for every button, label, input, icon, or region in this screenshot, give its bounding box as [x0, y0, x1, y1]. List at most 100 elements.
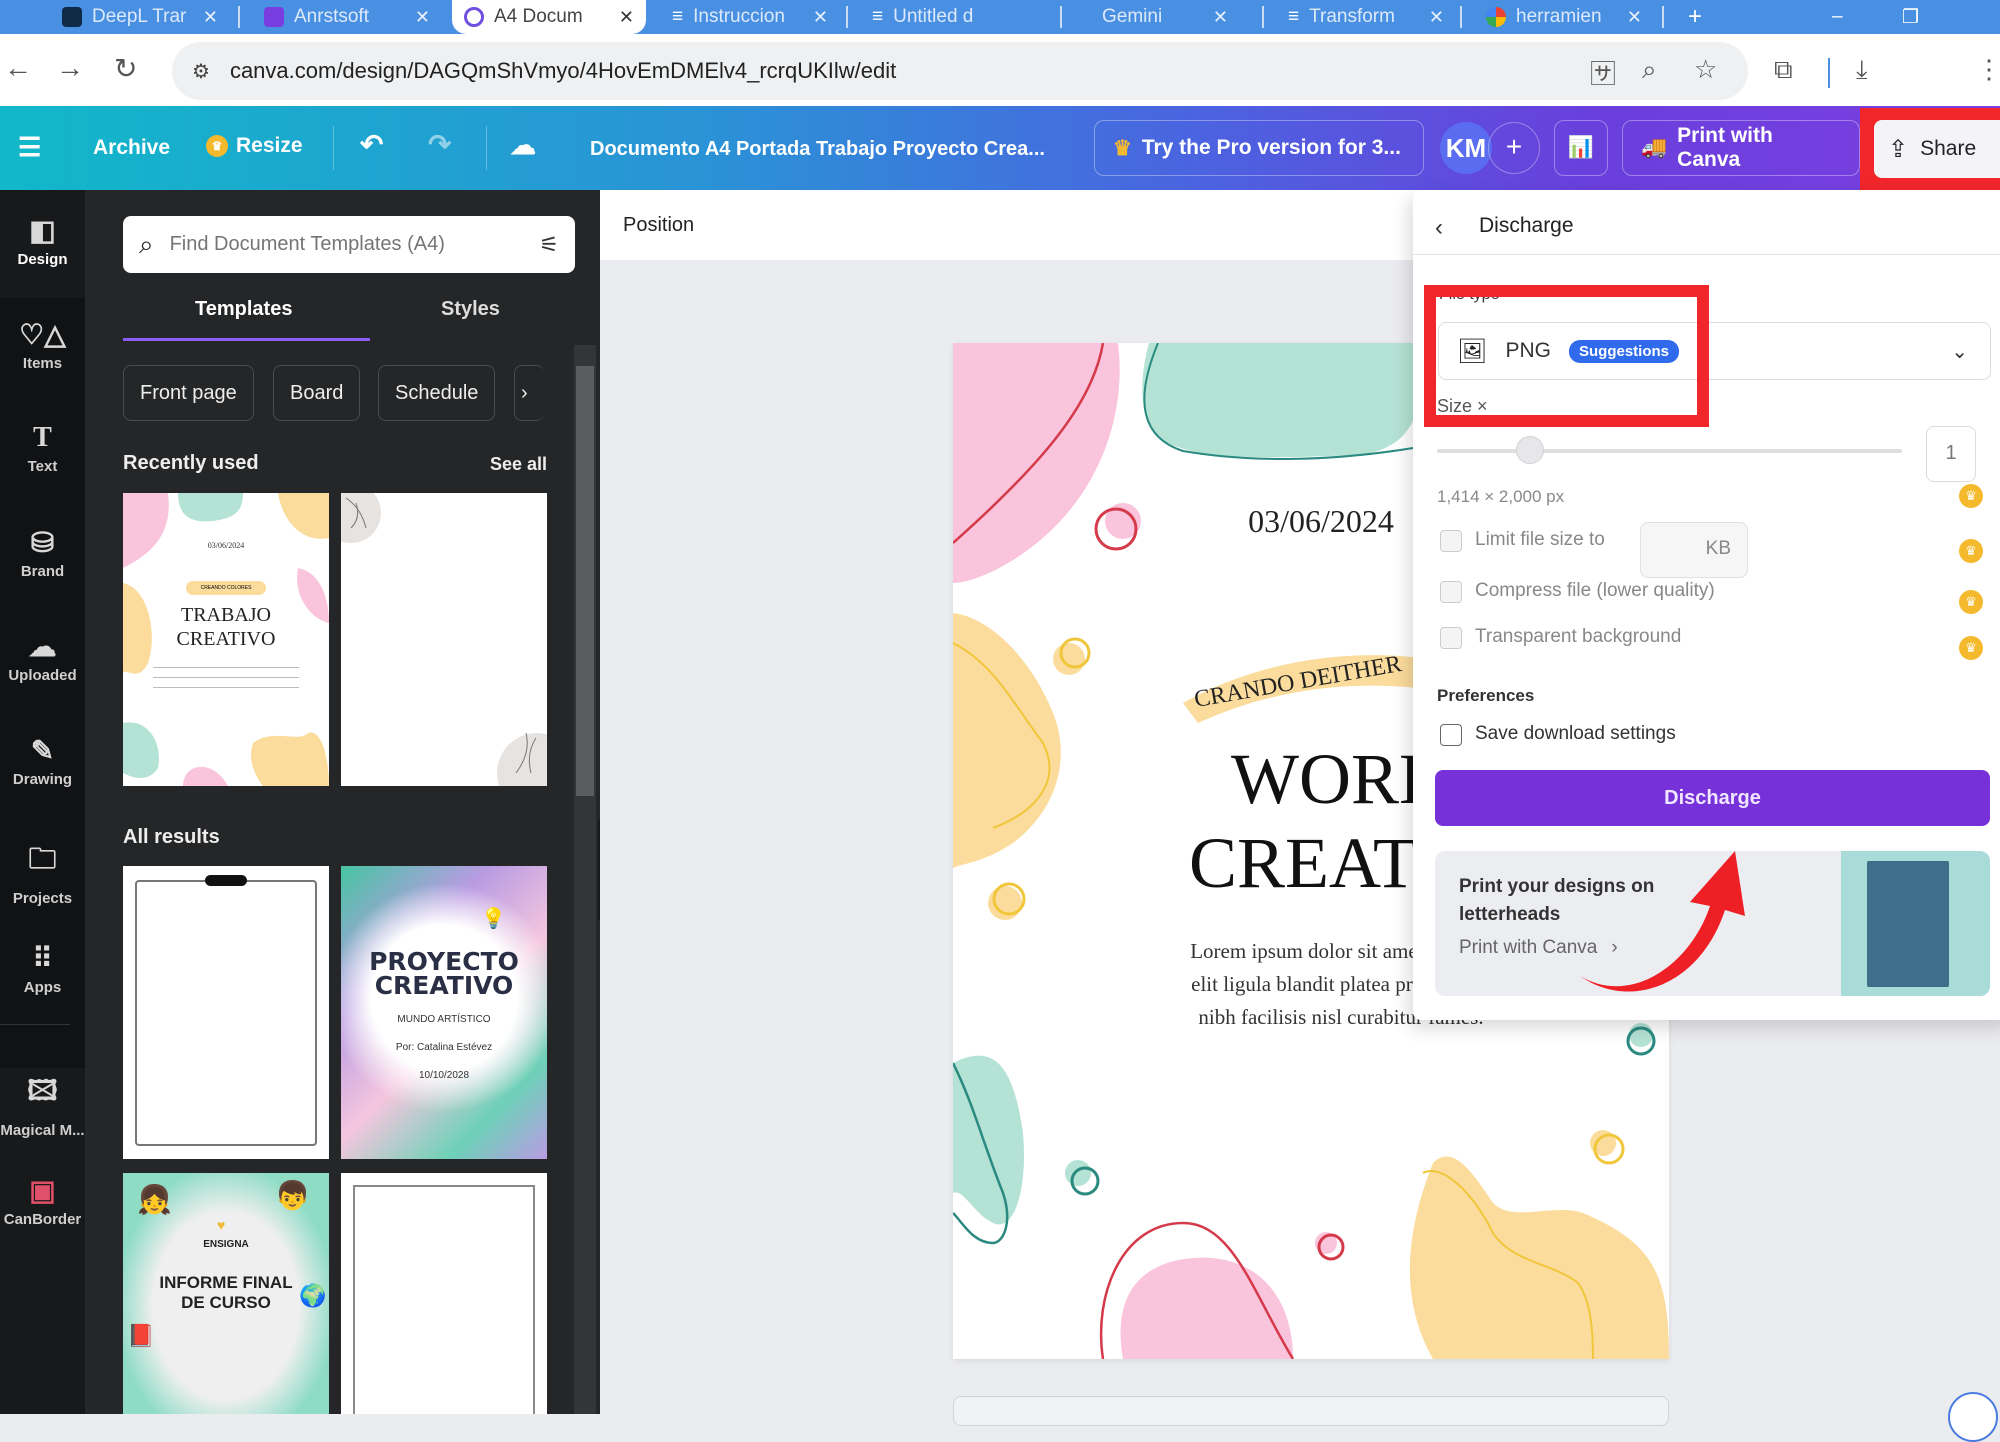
rail-item-text[interactable]: T Text [0, 422, 85, 475]
rail-item-design[interactable]: ◧ Design [0, 214, 85, 268]
browser-tab[interactable]: ≡ Transform ✕ [1276, 0, 1456, 34]
rail-item-projects[interactable]: 🗀 Projects [0, 838, 85, 907]
browser-tab[interactable]: ≡ Instruccion ✕ [660, 0, 840, 34]
close-icon[interactable]: ✕ [1213, 7, 1228, 28]
scrollbar-thumb[interactable] [576, 366, 594, 796]
chips-next-button[interactable]: › [514, 365, 544, 421]
thumb-subtitle: MUNDO ARTÍSTICO [397, 1014, 491, 1025]
back-chevron-icon[interactable]: ‹ [1435, 214, 1443, 242]
toolbar-divider [1828, 58, 1830, 88]
minimize-button[interactable]: – [1820, 0, 1855, 34]
browser-tab-active[interactable]: A4 Docum ✕ [452, 0, 646, 34]
resize-label: Resize [236, 134, 303, 157]
browser-tab[interactable]: ≡ Untitled d [860, 0, 1056, 34]
close-icon[interactable]: ✕ [1429, 7, 1444, 28]
thumb-title-line: DE CURSO [181, 1293, 271, 1312]
avatar[interactable]: KM [1440, 122, 1492, 174]
site-settings-icon[interactable]: ⚙ [192, 59, 210, 84]
upload-icon: ☁ [28, 631, 57, 662]
template-search[interactable]: ⌕ ⚟ [123, 216, 575, 273]
browser-tab[interactable]: herramien ✕ [1474, 0, 1654, 34]
cloud-saved-icon: ☁ [510, 130, 536, 160]
template-thumb-bordered-blank-2[interactable] [341, 1173, 547, 1414]
browser-tab[interactable]: Gemini ✕ [1090, 0, 1240, 34]
add-collaborator-button[interactable]: + [1488, 122, 1540, 174]
back-arrow-icon[interactable]: ← [4, 52, 32, 84]
rail-item-magic-media[interactable]: 🖾 Magical M... [0, 1070, 85, 1139]
tab-styles[interactable]: Styles [441, 298, 500, 321]
share-button[interactable]: ⇪ Share [1874, 120, 2000, 178]
limit-size-input[interactable]: KB [1640, 522, 1748, 578]
plus-icon: + [1688, 3, 1703, 30]
size-slider-thumb[interactable] [1516, 436, 1544, 464]
document-title[interactable]: Documento A4 Portada Trabajo Proyecto Cr… [590, 138, 1045, 161]
insights-button[interactable]: 📊 [1554, 120, 1608, 176]
browser-tab[interactable]: DeepL Trar ✕ [50, 0, 230, 34]
search-input[interactable] [169, 233, 500, 256]
template-thumb-bordered-blank[interactable] [123, 866, 329, 1159]
position-button[interactable]: Position [623, 214, 694, 237]
filter-chip[interactable]: Front page [123, 365, 254, 421]
forward-arrow-icon[interactable]: → [56, 52, 84, 84]
tab-separator [1060, 6, 1062, 28]
limit-size-checkbox[interactable] [1440, 530, 1462, 552]
compress-checkbox[interactable] [1440, 581, 1462, 603]
reload-icon[interactable]: ↻ [114, 52, 137, 85]
close-icon[interactable]: ✕ [813, 7, 828, 28]
rail-item-apps[interactable]: ⠿ Apps [0, 942, 85, 996]
template-thumb-trabajo-creativo[interactable]: 03/06/2024 CREANDO COLORES TRABAJO CREATI… [123, 493, 329, 786]
translate-icon[interactable]: 🈂 [1590, 54, 1616, 91]
crown-icon: ♛ [1113, 136, 1132, 160]
rail-label: Brand [20, 563, 65, 580]
upload-share-icon: ⇪ [1888, 135, 1909, 163]
see-all-link[interactable]: See all [490, 454, 547, 475]
url-field[interactable]: ⚙ canva.com/design/DAGQmShVmyo/4HovEmDME… [172, 42, 1748, 100]
template-thumb-floral-blank[interactable] [341, 493, 547, 786]
save-settings-checkbox[interactable] [1440, 724, 1462, 746]
transparent-bg-checkbox[interactable] [1440, 627, 1462, 649]
extensions-icon[interactable]: ⧉ [1774, 54, 1793, 86]
redo-icon[interactable]: ↷ [428, 128, 451, 161]
resize-button[interactable]: ♛ Resize [206, 134, 303, 158]
filter-chip[interactable]: Board [273, 365, 361, 421]
download-button[interactable]: Discharge [1435, 770, 1990, 826]
tab-separator [1460, 6, 1462, 28]
template-thumb-proyecto-creativo[interactable]: PROYECTO CREATIVO MUNDO ARTÍSTICO Por: Ca… [341, 866, 547, 1159]
rail-item-brand[interactable]: ⛁ Brand [0, 526, 85, 580]
download-icon[interactable]: ⤓ [1856, 54, 1868, 86]
deepl-favicon-icon [62, 7, 82, 27]
crown-icon: ♛ [1959, 590, 1983, 614]
filter-sliders-icon[interactable]: ⚟ [539, 232, 559, 258]
archive-menu[interactable]: Archive [93, 136, 170, 160]
browser-tab[interactable]: Anrstsoft ✕ [252, 0, 442, 34]
maximize-button[interactable]: ❐ [1890, 0, 1931, 34]
chevron-down-icon: ⌄ [1951, 340, 1968, 363]
template-thumb-informe-final[interactable]: 👧 👦 ♥ ENSIGNA INFORME FINAL DE CURSO 📕 🌍 [123, 1173, 329, 1414]
rail-item-drawing[interactable]: ✎ Drawing [0, 734, 85, 788]
canva-favicon-icon [464, 7, 484, 27]
new-tab-button[interactable]: + [1676, 0, 1716, 34]
close-icon[interactable]: ✕ [1627, 7, 1642, 28]
more-menu-icon[interactable]: ⋮ [1976, 54, 2000, 85]
rail-item-items[interactable]: ♡△ Items [0, 318, 85, 372]
add-page-bar[interactable] [953, 1396, 1669, 1426]
globe-icon: 🌍 [299, 1283, 327, 1308]
chevron-right-icon: › [521, 381, 528, 404]
tab-label: Gemini [1102, 6, 1163, 27]
undo-icon[interactable]: ↶ [360, 128, 383, 161]
close-icon[interactable]: ✕ [619, 7, 634, 28]
hamburger-icon[interactable]: ☰ [18, 132, 41, 163]
close-icon[interactable]: ✕ [415, 7, 430, 28]
size-input[interactable]: 1 [1926, 426, 1976, 482]
filter-chip[interactable]: Schedule [378, 365, 496, 421]
tab-templates[interactable]: Templates [195, 298, 292, 321]
rail-item-canborder[interactable]: ▣ CanBorder [0, 1174, 85, 1228]
size-slider-track[interactable] [1437, 449, 1902, 453]
help-button[interactable] [1948, 1392, 1998, 1442]
print-with-canva-button[interactable]: 🚚 Print with Canva [1622, 120, 1860, 176]
bookmark-star-icon[interactable]: ☆ [1694, 54, 1717, 85]
close-icon[interactable]: ✕ [203, 7, 218, 28]
rail-item-uploaded[interactable]: ☁ Uploaded [0, 630, 85, 684]
try-pro-button[interactable]: ♛ Try the Pro version for 3... [1094, 120, 1424, 176]
zoom-icon[interactable]: ⌕ [1642, 54, 1657, 86]
